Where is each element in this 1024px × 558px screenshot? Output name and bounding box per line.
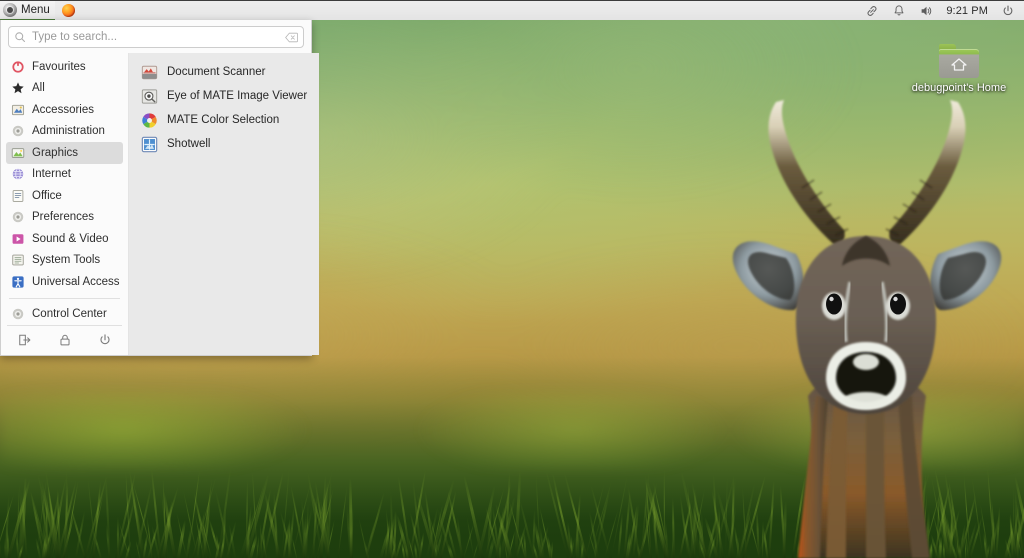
internet-icon — [11, 167, 25, 181]
sidebar-item-label: Graphics — [32, 147, 78, 159]
logout-button[interactable] — [18, 333, 32, 347]
firefox-icon[interactable] — [62, 4, 75, 17]
desktop-icon-home[interactable]: debugpoint's Home — [906, 44, 1012, 95]
home-folder-icon — [939, 44, 979, 78]
category-sidebar: Favourites All Accessories Administratio… — [1, 53, 129, 355]
sidebar-item-accessories[interactable]: Accessories — [6, 99, 123, 121]
app-item-eye-of-mate[interactable]: Eye of MATE Image Viewer — [135, 84, 313, 108]
star-icon — [11, 81, 25, 95]
app-item-document-scanner[interactable]: Document Scanner — [135, 60, 313, 84]
bell-icon[interactable] — [892, 4, 906, 18]
house-glyph-icon — [950, 57, 968, 72]
session-buttons-row — [7, 325, 122, 355]
administration-icon — [11, 124, 25, 138]
sidebar-item-label: System Tools — [32, 254, 100, 266]
link-icon[interactable] — [865, 4, 879, 18]
eom-icon — [141, 88, 158, 105]
sidebar-item-favourites[interactable]: Favourites — [6, 56, 123, 78]
office-icon — [11, 189, 25, 203]
sound-video-icon — [11, 232, 25, 246]
color-wheel-icon — [141, 112, 158, 129]
sidebar-item-label: Administration — [32, 125, 105, 137]
system-tools-icon — [11, 253, 25, 267]
sidebar-item-label: Sound & Video — [32, 233, 109, 245]
sidebar-item-control-center[interactable]: Control Center — [6, 303, 123, 325]
sidebar-item-office[interactable]: Office — [6, 185, 123, 207]
shutdown-button[interactable] — [98, 333, 112, 347]
sidebar-item-label: Preferences — [32, 211, 94, 223]
app-item-label: Eye of MATE Image Viewer — [167, 90, 307, 102]
mate-logo-icon — [3, 3, 17, 17]
app-item-label: MATE Color Selection — [167, 114, 279, 126]
sidebar-divider — [9, 298, 120, 299]
desktop-icon-label: debugpoint's Home — [906, 82, 1012, 95]
preferences-icon — [11, 210, 25, 224]
universal-access-icon — [11, 275, 25, 289]
search-box[interactable] — [8, 26, 304, 48]
top-panel: Menu 9:21 PM — [0, 0, 1024, 20]
sidebar-item-label: Favourites — [32, 61, 86, 73]
sidebar-item-sound-video[interactable]: Sound & Video — [6, 228, 123, 250]
sidebar-item-label: Universal Access — [32, 276, 120, 288]
antelope-illustration — [716, 96, 1016, 558]
menu-body: Favourites All Accessories Administratio… — [1, 53, 311, 355]
sidebar-item-label: Internet — [32, 168, 71, 180]
sidebar-item-label: All — [32, 82, 45, 94]
power-icon[interactable] — [1001, 4, 1015, 18]
search-input[interactable] — [32, 31, 285, 43]
search-icon — [14, 31, 26, 43]
shotwell-icon — [141, 136, 158, 153]
favourites-icon — [11, 60, 25, 74]
application-list: Document Scanner Eye of MATE Image Viewe… — [129, 53, 319, 355]
control-center-icon — [11, 307, 25, 321]
sidebar-item-label: Control Center — [32, 308, 107, 320]
clock-display[interactable]: 9:21 PM — [946, 5, 988, 17]
app-item-label: Shotwell — [167, 138, 210, 150]
panel-left-section: Menu — [0, 1, 75, 20]
sidebar-item-administration[interactable]: Administration — [6, 121, 123, 143]
menu-button-label: Menu — [21, 4, 50, 16]
sidebar-item-system-tools[interactable]: System Tools — [6, 250, 123, 272]
app-item-shotwell[interactable]: Shotwell — [135, 132, 313, 156]
sidebar-item-preferences[interactable]: Preferences — [6, 207, 123, 229]
sidebar-item-label: Accessories — [32, 104, 94, 116]
menu-button[interactable]: Menu — [0, 1, 55, 21]
sidebar-item-internet[interactable]: Internet — [6, 164, 123, 186]
app-item-label: Document Scanner — [167, 66, 265, 78]
graphics-icon — [11, 146, 25, 160]
accessories-icon — [11, 103, 25, 117]
sidebar-item-all[interactable]: All — [6, 78, 123, 100]
search-row — [1, 20, 311, 53]
volume-icon[interactable] — [919, 4, 933, 18]
lock-button[interactable] — [58, 333, 72, 347]
sidebar-item-graphics[interactable]: Graphics — [6, 142, 123, 164]
sidebar-item-universal-access[interactable]: Universal Access — [6, 271, 123, 293]
app-item-mate-color-selection[interactable]: MATE Color Selection — [135, 108, 313, 132]
application-menu: Favourites All Accessories — [0, 20, 312, 356]
scanner-icon — [141, 64, 158, 81]
sidebar-item-label: Office — [32, 190, 62, 202]
clear-icon[interactable] — [285, 32, 298, 43]
panel-tray: 9:21 PM — [865, 1, 1024, 20]
